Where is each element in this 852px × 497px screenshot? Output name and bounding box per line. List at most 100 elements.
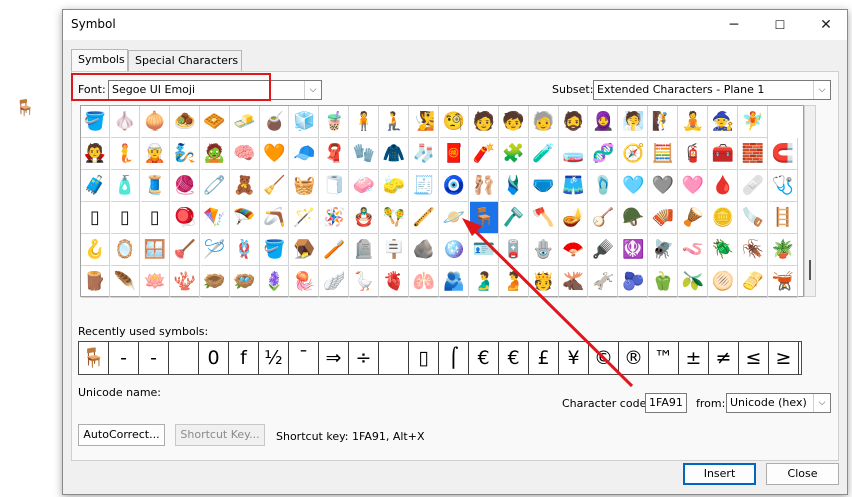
symbol-cell[interactable]: 🪀 <box>170 202 200 234</box>
recent-symbol-cell[interactable]: ≤ <box>739 342 769 374</box>
recent-symbol-cell[interactable]: - <box>109 342 139 374</box>
maximize-button[interactable]: ☐ <box>757 10 803 40</box>
symbol-cell[interactable]: 🪔 <box>559 202 589 234</box>
symbol-cell[interactable]: 🪿 <box>350 266 380 298</box>
symbol-cell[interactable]: 🪰 <box>649 234 679 266</box>
symbol-cell[interactable]: 🪬 <box>529 234 559 266</box>
recent-symbol-cell[interactable]: - <box>139 342 169 374</box>
recent-symbol-cell[interactable]: € <box>469 342 499 374</box>
recent-symbol-cell[interactable]: f <box>229 342 259 374</box>
symbol-cell[interactable]: 🪠 <box>170 234 200 266</box>
tab-symbols[interactable]: Symbols <box>71 49 128 72</box>
recent-symbol-cell[interactable]: ≥ <box>769 342 799 374</box>
symbol-cell[interactable]: 🧿 <box>439 170 469 202</box>
symbol-cell[interactable]: 🧚 <box>738 106 768 138</box>
symbol-cell[interactable]: 🧦 <box>409 138 439 170</box>
recent-symbol-cell[interactable]: ⇒ <box>319 342 349 374</box>
symbol-cell[interactable]: 🧼 <box>350 170 380 202</box>
recent-symbol-cell[interactable]: ≠ <box>709 342 739 374</box>
symbol-cell[interactable]: 🫎 <box>559 266 589 298</box>
symbol-cell[interactable]: 🫐 <box>619 266 649 298</box>
recent-symbol-cell[interactable]: ½ <box>259 342 289 374</box>
recent-symbol-cell[interactable]: £ <box>529 342 559 374</box>
symbol-cell[interactable]: 🧗 <box>649 106 679 138</box>
symbol-cell[interactable]: 🧖 <box>619 106 649 138</box>
symbol-cell[interactable]: 🪟 <box>140 234 170 266</box>
symbol-cell[interactable]: 🪄 <box>290 202 320 234</box>
symbol-cell[interactable]: 🧶 <box>170 170 200 202</box>
symbol-cell[interactable]: ▯ <box>81 202 110 234</box>
symbol-cell[interactable]: 🧵 <box>140 170 170 202</box>
symbol-cell[interactable]: ▯ <box>140 202 170 234</box>
symbol-cell[interactable]: 🧸 <box>230 170 260 202</box>
symbol-cell[interactable]: 🪹 <box>200 266 230 298</box>
symbol-cell[interactable]: 🩰 <box>469 170 499 202</box>
symbol-cell[interactable]: 🪵 <box>81 266 110 298</box>
grid-scrollbar[interactable] <box>804 105 816 297</box>
symbol-cell[interactable]: 🧙 <box>708 106 738 138</box>
symbol-cell[interactable]: 🪜 <box>768 202 798 234</box>
symbol-cell[interactable]: 🪑 <box>469 202 499 234</box>
recent-symbols-row[interactable]: 🪑 - -0 f ½ ¯ ⇒ ÷ ▯ ⌠ € € £ ¥ © ® ™ ± ≠ ≤ ≥ <box>78 341 802 375</box>
shortcut-key-button[interactable]: Shortcut Key... <box>175 424 265 446</box>
recent-symbol-cell[interactable]: ▯ <box>409 342 439 374</box>
symbol-cell[interactable]: 🪕 <box>589 202 619 234</box>
symbol-cell[interactable]: 🪒 <box>499 202 529 234</box>
symbol-cell[interactable]: 🧯 <box>679 138 708 170</box>
recent-symbol-cell[interactable]: ™ <box>649 342 679 374</box>
symbol-cell[interactable]: 🩵 <box>619 170 649 202</box>
symbol-cell[interactable]: 🪝 <box>81 234 110 266</box>
symbol-cell[interactable]: 🪥 <box>320 234 350 266</box>
character-code-input[interactable]: 1FA91 <box>645 393 687 413</box>
recent-symbol-cell[interactable]: € <box>499 342 529 374</box>
symbol-cell[interactable]: 🧤 <box>350 138 380 170</box>
symbol-cell[interactable]: 🧴 <box>110 170 140 202</box>
symbol-cell[interactable]: 🧍 <box>350 106 380 138</box>
symbol-cell[interactable]: 🫏 <box>589 266 619 298</box>
symbol-cell[interactable]: 🫅 <box>529 266 559 298</box>
symbol-cell[interactable]: ▯ <box>110 202 140 234</box>
symbol-cell[interactable]: 🪂 <box>230 202 260 234</box>
symbol-cell[interactable]: 🧄 <box>110 106 140 138</box>
symbol-cell[interactable]: 🧏 <box>409 106 439 138</box>
insert-button[interactable]: Insert <box>683 463 756 485</box>
recent-symbol-cell[interactable]: ⌠ <box>439 342 469 374</box>
symbol-cell[interactable]: 🩲 <box>529 170 559 202</box>
symbol-cell[interactable]: 🧛 <box>81 138 110 170</box>
symbol-cell[interactable]: 🧣 <box>320 138 350 170</box>
symbol-cell[interactable]: 🫄 <box>499 266 529 298</box>
recent-symbol-cell[interactable]: ¥ <box>559 342 589 374</box>
symbol-cell[interactable]: 🧞 <box>170 138 200 170</box>
from-select[interactable]: Unicode (hex) ⌵ <box>726 393 831 413</box>
symbol-cell[interactable]: 🪆 <box>350 202 380 234</box>
symbol-cell[interactable]: 🪼 <box>290 266 320 298</box>
symbol-cell[interactable]: 🪺 <box>230 266 260 298</box>
symbol-cell[interactable]: 🧫 <box>559 138 589 170</box>
symbol-cell[interactable]: 🫔 <box>738 266 768 298</box>
symbol-cell[interactable]: 🪞 <box>110 234 140 266</box>
symbol-cell[interactable]: 🪻 <box>260 266 290 298</box>
symbol-cell[interactable]: 🪳 <box>738 234 768 266</box>
symbol-cell[interactable]: 🧎 <box>380 106 409 138</box>
symbol-cell[interactable]: 🩱 <box>499 170 529 202</box>
symbol-grid[interactable]: 🪣 🧄 🧅 🧆 🧇 🧈 🧉 🧊 🧋 🧍 🧎 🧏 🧐 🧑 🧒 🧓 🧔 🧕 🧖 🧗 🧘 🧙 🧚 🧛 🧜 🧝 🧞 🧟 🧠 🧡 🧢 🧣 🧤 🧥 🧦 🧧 🧨 🧩 🧪 🧫… <box>80 105 804 298</box>
recent-symbol-cell[interactable] <box>169 342 199 374</box>
symbol-cell[interactable]: 🧩 <box>499 138 529 170</box>
symbol-cell[interactable]: 🧭 <box>619 138 649 170</box>
symbol-cell[interactable]: 🧊 <box>290 106 320 138</box>
scrollbar-thumb[interactable] <box>809 260 811 280</box>
recent-symbol-cell[interactable]: © <box>589 342 619 374</box>
symbol-cell[interactable]: 🪶 <box>110 266 140 298</box>
symbol-cell[interactable]: 🧜 <box>110 138 140 170</box>
symbol-cell[interactable]: 🪅 <box>320 202 350 234</box>
symbol-cell[interactable]: 🫕 <box>768 266 798 298</box>
symbol-cell[interactable]: 🧽 <box>380 170 409 202</box>
symbol-cell[interactable]: 🪪 <box>469 234 499 266</box>
symbol-cell[interactable]: 🧓 <box>529 106 559 138</box>
recent-symbol-cell[interactable]: ® <box>619 342 649 374</box>
symbol-cell[interactable]: 🫑 <box>649 266 679 298</box>
symbol-cell[interactable]: 🧒 <box>499 106 529 138</box>
symbol-cell[interactable]: 🧕 <box>589 106 619 138</box>
symbol-cell[interactable]: 🪴 <box>768 234 798 266</box>
symbol-cell[interactable]: 🧥 <box>380 138 409 170</box>
